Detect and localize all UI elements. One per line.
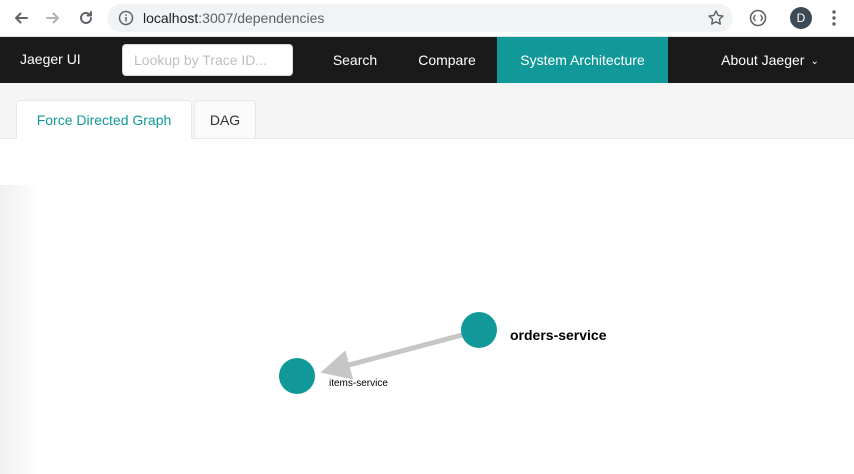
chevron-down-icon: ⌄ bbox=[810, 56, 819, 67]
nav-about-jaeger[interactable]: About Jaeger ⌄ bbox=[705, 37, 835, 83]
node-orders-service[interactable] bbox=[461, 312, 497, 348]
url-path: :3007/dependencies bbox=[198, 10, 325, 26]
url-host: localhost bbox=[143, 10, 199, 26]
forward-icon[interactable] bbox=[42, 7, 64, 29]
node-items-service[interactable] bbox=[279, 358, 315, 394]
url-text: localhost:3007/dependencies bbox=[143, 10, 324, 26]
nav-system-architecture[interactable]: System Architecture bbox=[497, 37, 668, 83]
tab-dag[interactable]: DAG bbox=[194, 100, 256, 139]
tab-force-directed-graph[interactable]: Force Directed Graph bbox=[16, 100, 192, 139]
panel-shadow bbox=[0, 185, 40, 474]
dependency-graph[interactable]: orders-service items-service bbox=[0, 139, 854, 474]
profile-avatar[interactable]: D bbox=[790, 7, 812, 29]
tab-bar: Force Directed Graph DAG bbox=[0, 83, 854, 139]
edge-orders-to-items bbox=[320, 332, 463, 380]
back-icon[interactable] bbox=[10, 7, 32, 29]
star-icon[interactable] bbox=[707, 9, 725, 27]
reload-icon[interactable] bbox=[75, 7, 97, 29]
info-icon[interactable] bbox=[118, 10, 134, 26]
address-bar[interactable]: localhost:3007/dependencies bbox=[107, 4, 733, 32]
node-label-items-service: items-service bbox=[329, 378, 388, 389]
nav-search[interactable]: Search bbox=[317, 37, 393, 83]
extension-icon[interactable] bbox=[748, 8, 768, 28]
brand-link[interactable]: Jaeger UI bbox=[20, 51, 81, 67]
nav-about-label: About Jaeger bbox=[721, 52, 805, 68]
browser-toolbar: localhost:3007/dependencies D bbox=[0, 0, 854, 37]
kebab-menu-icon[interactable] bbox=[826, 8, 842, 28]
graph-canvas[interactable]: orders-service items-service bbox=[0, 139, 854, 474]
nav-compare[interactable]: Compare bbox=[405, 37, 489, 83]
top-navigation: Jaeger UI Search Compare System Architec… bbox=[0, 37, 854, 83]
node-label-orders-service: orders-service bbox=[510, 327, 607, 343]
trace-id-lookup-input[interactable] bbox=[122, 44, 293, 76]
